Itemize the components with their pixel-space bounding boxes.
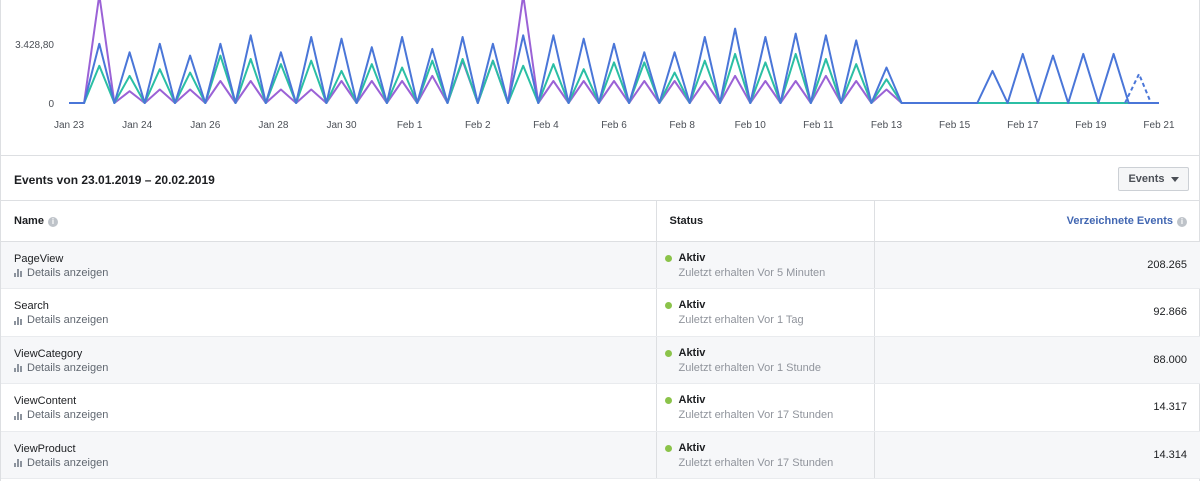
- status-active-dot-icon: [664, 254, 672, 262]
- y-tick-label: 3.428,80: [15, 40, 54, 51]
- series-line-projection: [1124, 71, 1152, 104]
- bar-chart-icon: [14, 268, 24, 277]
- x-tick-label: Feb 2: [465, 120, 491, 131]
- event-name-cell: ViewCategory Details anzeigen: [1, 336, 657, 384]
- status-cell: Aktiv Zuletzt erhalten Vor 1 Tag: [656, 288, 875, 337]
- event-name-cell: Search Details anzeigen: [1, 288, 657, 337]
- caret-down-icon: [1170, 176, 1179, 182]
- x-tick-label: Feb 11: [803, 120, 834, 131]
- column-header-name[interactable]: Name i: [1, 201, 657, 242]
- x-tick-label: Jan 24: [122, 120, 152, 131]
- table-row[interactable]: ViewContent Details anzeigen Aktiv Zuletzt …: [1, 383, 1200, 432]
- column-header-events-label: Verzeichnete Events: [1066, 214, 1173, 227]
- event-name[interactable]: ViewProduct: [14, 443, 656, 456]
- x-tick-label: Feb 1: [397, 120, 423, 131]
- x-tick-label: Feb 21: [1143, 120, 1175, 131]
- x-tick-label: Feb 6: [601, 120, 627, 131]
- event-name[interactable]: Search: [14, 300, 656, 313]
- x-tick-label: Feb 8: [669, 120, 695, 131]
- status-last-received: Zuletzt erhalten Vor 17 Stunden: [678, 456, 834, 469]
- events-date-range-title: Events von 23.01.2019 – 20.02.2019: [14, 173, 215, 187]
- status-active-dot-icon: [664, 444, 672, 452]
- details-link[interactable]: Details anzeigen: [14, 408, 656, 422]
- series-line[interactable]: [69, 27, 1159, 104]
- events-panel: 3.428,80 0 Jan 23 Jan 24 Jan 26 Jan 28 Jan 3…: [0, 0, 1200, 481]
- y-tick-label: 0: [48, 99, 54, 110]
- events-header: Events von 23.01.2019 – 20.02.2019 Event…: [1, 157, 1200, 201]
- event-name[interactable]: ViewContent: [14, 395, 656, 408]
- column-header-recorded-events[interactable]: Verzeichnete Events i: [874, 201, 1200, 242]
- status-active-dot-icon: [664, 302, 672, 309]
- details-link-label: Details anzeigen: [27, 456, 109, 469]
- bar-chart-icon: [14, 458, 24, 467]
- info-icon[interactable]: i: [47, 216, 58, 227]
- details-link[interactable]: Details anzeigen: [14, 266, 656, 280]
- table-header-row: Name i Status Verzeichnete Events i: [1, 201, 1200, 242]
- recorded-events-count: 208.265: [1147, 258, 1187, 271]
- event-name-cell: ViewProduct Details anzeigen: [1, 431, 657, 479]
- event-name[interactable]: PageView: [14, 253, 656, 266]
- recorded-events-cell: 208.265: [874, 241, 1200, 289]
- x-tick-label: Feb 10: [735, 120, 767, 131]
- info-icon[interactable]: i: [1177, 216, 1187, 227]
- x-tick-label: Jan 26: [190, 120, 220, 131]
- x-tick-label: Feb 17: [1007, 120, 1039, 131]
- events-dropdown-label: Events: [1128, 173, 1165, 185]
- recorded-events-cell: 14.314: [874, 431, 1200, 479]
- events-line-chart: 3.428,80 0 Jan 23 Jan 24 Jan 26 Jan 28 Jan 3…: [1, 0, 1200, 156]
- table-row[interactable]: PageView Details anzeigen Aktiv Zuletzt erh…: [1, 241, 1200, 289]
- recorded-events-cell: 88.000: [874, 336, 1200, 384]
- status-cell: Aktiv Zuletzt erhalten Vor 17 Stunden: [656, 431, 875, 479]
- x-tick-label: Feb 4: [533, 120, 559, 131]
- recorded-events-cell: 92.866: [874, 288, 1200, 337]
- bar-chart-icon: [14, 411, 24, 420]
- column-header-name-label: Name: [14, 214, 44, 227]
- status-label: Aktiv: [678, 441, 706, 454]
- recorded-events-cell: 14.317: [874, 383, 1200, 432]
- details-link-label: Details anzeigen: [27, 409, 109, 421]
- status-last-received: Zuletzt erhalten Vor 5 Minuten: [678, 266, 826, 279]
- event-name[interactable]: ViewCategory: [14, 348, 656, 361]
- recorded-events-count: 14.317: [1153, 401, 1187, 413]
- x-tick-label: Feb 19: [1075, 120, 1107, 131]
- details-link[interactable]: Details anzeigen: [14, 361, 656, 375]
- status-last-received: Zuletzt erhalten Vor 1 Tag: [678, 314, 804, 326]
- table-row[interactable]: ViewProduct Details anzeigen Aktiv Zuletzt …: [1, 431, 1200, 479]
- details-link[interactable]: Details anzeigen: [14, 456, 656, 470]
- recorded-events-count: 14.314: [1153, 448, 1187, 461]
- bar-chart-icon: [14, 316, 24, 325]
- event-name-cell: ViewContent Details anzeigen: [1, 383, 657, 432]
- status-label: Aktiv: [678, 346, 706, 359]
- status-cell: Aktiv Zuletzt erhalten Vor 5 Minuten: [656, 241, 875, 289]
- recorded-events-count: 92.866: [1153, 306, 1187, 318]
- details-link[interactable]: Details anzeigen: [14, 313, 656, 327]
- status-label: Aktiv: [678, 394, 706, 406]
- details-link-label: Details anzeigen: [27, 314, 109, 326]
- bar-chart-icon: [14, 363, 24, 372]
- table-row[interactable]: Search Details anzeigen Aktiv Zuletzt erhal…: [1, 288, 1200, 337]
- x-tick-label: Feb 13: [871, 120, 903, 131]
- event-name-cell: PageView Details anzeigen: [1, 241, 657, 289]
- recorded-events-count: 88.000: [1153, 353, 1187, 366]
- details-link-label: Details anzeigen: [27, 361, 109, 374]
- status-label: Aktiv: [678, 251, 706, 264]
- status-cell: Aktiv Zuletzt erhalten Vor 17 Stunden: [656, 383, 875, 432]
- status-active-dot-icon: [664, 397, 672, 404]
- table-row[interactable]: ViewCategory Details anzeigen Aktiv Zuletzt…: [1, 336, 1200, 384]
- chart-svg: 3.428,80 0 Jan 23 Jan 24 Jan 26 Jan 28 Jan 3…: [15, 0, 1175, 131]
- status-last-received: Zuletzt erhalten Vor 1 Stunde: [678, 361, 821, 374]
- status-label: Aktiv: [678, 299, 706, 311]
- x-tick-label: Jan 23: [54, 120, 84, 131]
- status-cell: Aktiv Zuletzt erhalten Vor 1 Stunde: [656, 336, 875, 384]
- column-header-status[interactable]: Status: [656, 201, 875, 242]
- x-tick-label: Feb 15: [939, 120, 971, 131]
- events-table: Name i Status Verzeichnete Events i PageVi…: [1, 201, 1200, 479]
- x-tick-label: Jan 30: [326, 120, 356, 131]
- x-tick-label: Jan 28: [258, 120, 288, 131]
- events-dropdown-button[interactable]: Events: [1118, 167, 1189, 191]
- status-active-dot-icon: [664, 349, 672, 357]
- status-last-received: Zuletzt erhalten Vor 17 Stunden: [678, 409, 834, 421]
- details-link-label: Details anzeigen: [27, 266, 109, 279]
